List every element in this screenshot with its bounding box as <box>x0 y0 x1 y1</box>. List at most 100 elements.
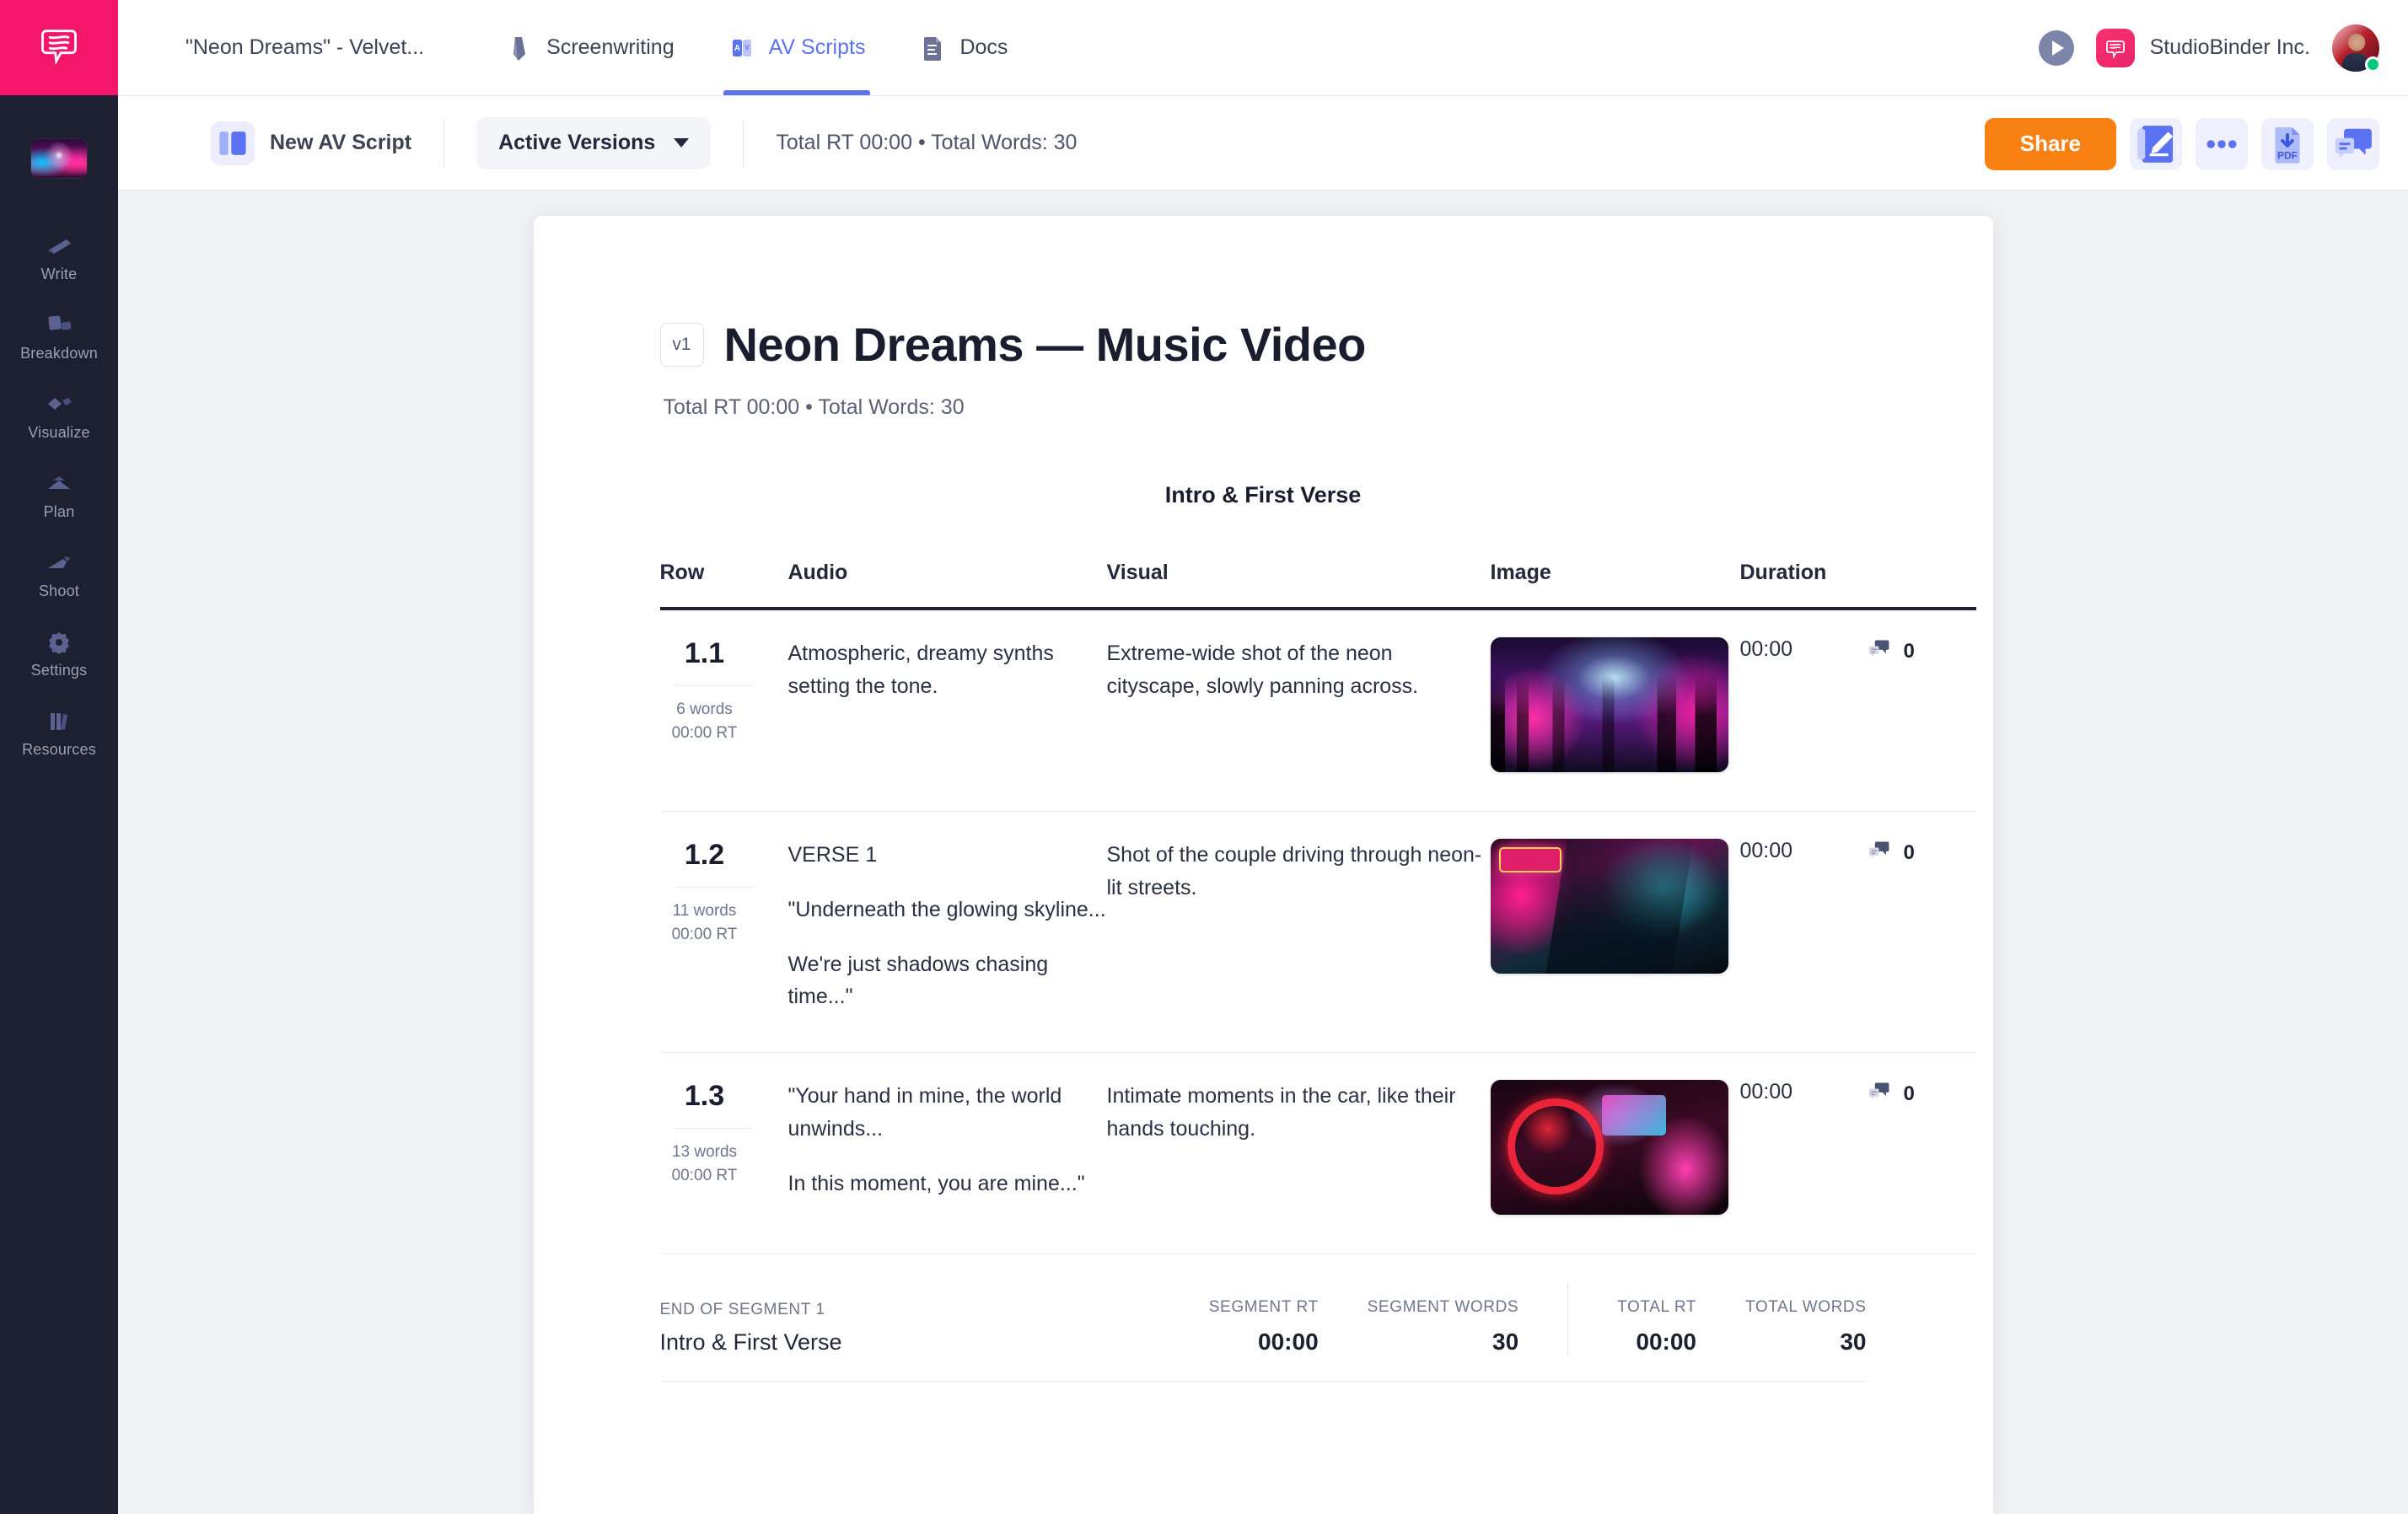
rail-item-visualize[interactable]: Visualize <box>0 377 118 456</box>
new-av-script-button[interactable]: New AV Script <box>211 121 411 165</box>
rail-item-label: Shoot <box>38 583 80 599</box>
books-icon <box>45 708 73 733</box>
audio-cell[interactable]: "Your hand in mine, the world unwinds...… <box>787 1052 1107 1254</box>
stat-label: SEGMENT RT <box>1208 1298 1319 1316</box>
tab-av-scripts[interactable]: A V AV Scripts <box>701 0 893 95</box>
svg-text:PDF: PDF <box>2277 149 2298 161</box>
document-icon <box>919 34 946 62</box>
tab-label: AV Scripts <box>768 35 866 59</box>
divider <box>675 1128 753 1129</box>
segment-title[interactable]: Intro & First Verse <box>660 482 1867 508</box>
avatar[interactable] <box>2332 24 2381 72</box>
row-comments[interactable]: 0 <box>1867 1080 1915 1108</box>
visual-cell[interactable]: Extreme-wide shot of the neon cityscape,… <box>1106 609 1491 812</box>
project-title[interactable]: "Neon Dreams" - Velvet... <box>185 35 424 60</box>
rail-item-resources[interactable]: Resources <box>0 694 118 773</box>
divider <box>675 887 753 888</box>
stat-segment-words: SEGMENT WORDS 30 <box>1319 1298 1519 1356</box>
row-number-cell: 1.3 13 words 00:00 RT <box>659 1052 788 1254</box>
segment-summary-left: END OF SEGMENT 1 Intro & First Verse <box>660 1301 1160 1356</box>
tab-screenwriting[interactable]: Screenwriting <box>479 0 701 95</box>
notebook-edit-icon[interactable] <box>2130 117 2182 170</box>
gear-icon <box>45 629 73 654</box>
image-cell <box>1490 1052 1740 1254</box>
duration-value[interactable]: 00:00 <box>1740 1080 1867 1104</box>
audio-cell[interactable]: VERSE 1 "Underneath the glowing skyline.… <box>787 811 1107 1053</box>
segment-summary: END OF SEGMENT 1 Intro & First Verse SEG… <box>659 1254 1867 1382</box>
share-button[interactable]: Share <box>1984 117 2116 170</box>
table-row[interactable]: 1.3 13 words 00:00 RT "Your hand in mine… <box>659 1052 1976 1254</box>
duration-value[interactable]: 00:00 <box>1740 839 1867 863</box>
row-meta: 13 words 00:00 RT <box>660 1141 788 1187</box>
row-number-cell: 1.1 6 words 00:00 RT <box>659 609 788 812</box>
rail-item-label: Resources <box>22 741 96 758</box>
row-thumbnail[interactable] <box>1490 839 1728 974</box>
comment-count: 0 <box>1903 1082 1915 1105</box>
image-cell <box>1490 811 1740 1053</box>
visual-cell[interactable]: Shot of the couple driving through neon-… <box>1106 811 1491 1053</box>
page-title[interactable]: Neon Dreams — Music Video <box>724 317 1367 372</box>
calendar-icon <box>45 470 73 496</box>
row-number-cell: 1.2 11 words 00:00 RT <box>659 811 788 1053</box>
rail-item-plan[interactable]: Plan <box>0 456 118 535</box>
divider <box>743 119 744 167</box>
pen-nib-icon <box>506 34 533 62</box>
organization-menu[interactable]: StudioBinder Inc. <box>2095 28 2310 67</box>
more-options-icon[interactable] <box>2196 117 2248 170</box>
duration-value[interactable]: 00:00 <box>1740 637 1867 662</box>
comments-icon[interactable] <box>2327 117 2379 170</box>
audio-line: We're just shadows chasing time..." <box>787 952 1049 1009</box>
tab-label: Screenwriting <box>546 35 675 59</box>
table-header-row: Row Audio Visual Image Duration <box>659 561 1976 609</box>
stat-total-words: TOTAL WORDS 30 <box>1696 1298 1866 1356</box>
row-word-count: 6 words <box>676 701 733 718</box>
segment-summary-stats: SEGMENT RT 00:00 SEGMENT WORDS 30 TOTAL … <box>1160 1283 1867 1356</box>
table-row[interactable]: 1.1 6 words 00:00 RT Atmospheric, dreamy… <box>659 609 1976 812</box>
rail-item-shoot[interactable]: Shoot <box>0 535 118 615</box>
audio-line: "Your hand in mine, the world unwinds... <box>787 1084 1062 1141</box>
table-row[interactable]: 1.2 11 words 00:00 RT VERSE 1 "Underneat… <box>659 811 1976 1053</box>
duration-cell: 00:00 0 <box>1739 811 1976 1053</box>
play-icon[interactable] <box>2038 30 2074 66</box>
divider <box>675 685 753 686</box>
document-header: v1 Neon Dreams — Music Video <box>659 317 1867 372</box>
active-versions-label: Active Versions <box>498 131 656 154</box>
tab-docs[interactable]: Docs <box>892 0 1035 95</box>
audio-cell[interactable]: Atmospheric, dreamy synths setting the t… <box>787 609 1107 812</box>
row-thumbnail[interactable] <box>1490 1080 1728 1215</box>
audio-line: Atmospheric, dreamy synths setting the t… <box>787 642 1054 698</box>
column-header-duration: Duration <box>1739 561 1827 584</box>
version-chip[interactable]: v1 <box>659 322 704 367</box>
divider <box>443 119 445 167</box>
top-bar: "Neon Dreams" - Velvet... Screenwriting … <box>118 0 2408 95</box>
clapper-icon <box>45 550 73 575</box>
toolbar-totals: Total RT 00:00 • Total Words: 30 <box>776 131 1078 154</box>
project-thumbnail[interactable] <box>31 139 87 178</box>
rail-item-breakdown[interactable]: Breakdown <box>0 298 118 377</box>
stat-total-rt: TOTAL RT 00:00 <box>1568 1298 1696 1356</box>
segment-summary-name: Intro & First Verse <box>659 1329 842 1355</box>
audio-line: VERSE 1 <box>787 843 878 867</box>
download-pdf-icon[interactable]: PDF <box>2261 117 2314 170</box>
row-word-count: 11 words <box>672 902 737 920</box>
stat-value: 30 <box>1492 1329 1519 1355</box>
stat-label: SEGMENT WORDS <box>1367 1298 1519 1316</box>
audio-line: "Underneath the glowing skyline... <box>787 897 1106 921</box>
speech-bubble-logo-icon <box>37 24 81 72</box>
row-meta: 11 words 00:00 RT <box>660 899 788 946</box>
column-header-row: Row <box>659 561 705 584</box>
active-versions-dropdown[interactable]: Active Versions <box>476 116 712 169</box>
row-word-count: 13 words <box>671 1143 738 1161</box>
row-thumbnail[interactable] <box>1490 637 1728 772</box>
row-number: 1.1 <box>684 637 725 669</box>
left-rail: Write Breakdown Visualize Plan Shoot Set… <box>0 0 118 1514</box>
stat-label: TOTAL RT <box>1617 1298 1697 1316</box>
av-script-table: Row Audio Visual Image Duration 1.1 6 wo… <box>659 561 1976 1254</box>
row-comments[interactable]: 0 <box>1867 839 1915 867</box>
studiobinder-logo-button[interactable] <box>0 0 118 95</box>
row-comments[interactable]: 0 <box>1867 637 1915 665</box>
visual-cell[interactable]: Intimate moments in the car, like their … <box>1106 1052 1491 1254</box>
rail-item-write[interactable]: Write <box>0 218 118 298</box>
rail-item-settings[interactable]: Settings <box>0 615 118 694</box>
chevron-down-icon <box>674 138 690 148</box>
